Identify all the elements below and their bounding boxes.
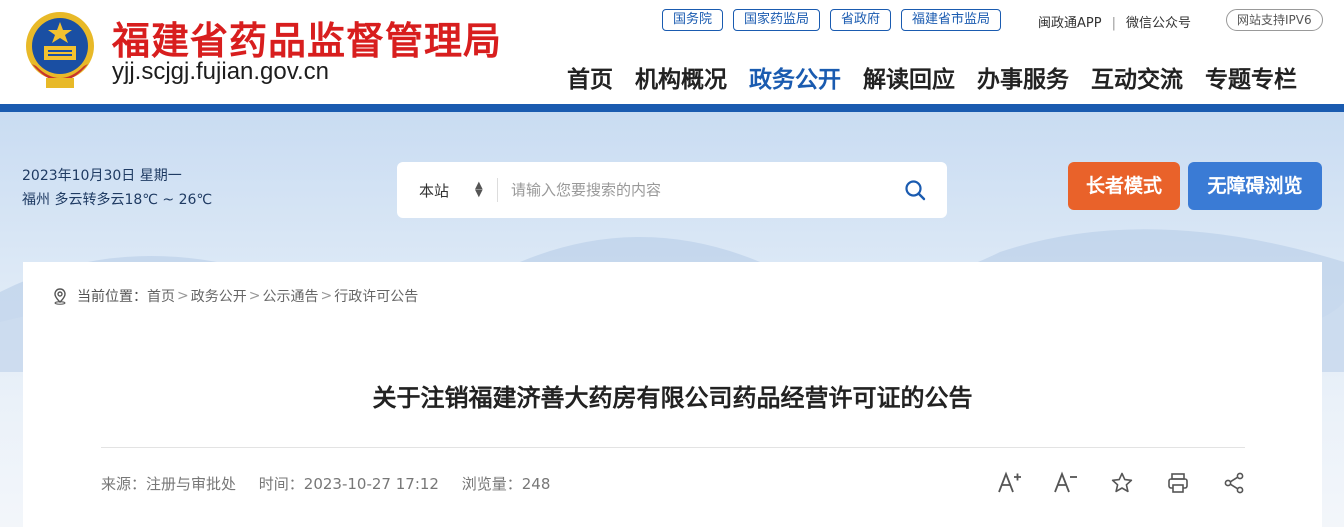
star-glyph [1111,472,1133,493]
site-domain: yjj.scjgj.fujian.gov.cn [112,58,329,85]
breadcrumb-prefix: 当前位置： [77,289,147,305]
link-provincial-government[interactable]: 省政府 [830,9,892,31]
article-title: 关于注销福建济善大药房有限公司药品经营许可证的公告 [372,384,973,412]
search-scope-select[interactable]: 本站 [419,180,449,201]
article-views: 浏览量：248 [461,475,551,493]
app-link[interactable]: 闽政通APP [1038,16,1102,31]
top-right-links: 闽政通APP | 微信公众号 [1038,12,1191,31]
accessible-browse-button[interactable]: 无障碍浏览 [1188,162,1322,210]
nav-government-affairs[interactable]: 政务公开 [738,60,852,112]
font-larger-icon[interactable] [993,468,1027,498]
date-line: 2023年10月30日 星期一 [22,168,182,184]
header-divider [0,104,1344,112]
location-pin-icon [54,288,66,305]
elder-mode-button[interactable]: 长者模式 [1068,162,1180,210]
separator: | [1111,16,1116,31]
nav-interpretation[interactable]: 解读回应 [852,60,966,94]
emblem-logo[interactable] [22,6,98,94]
print-icon[interactable] [1161,468,1195,498]
nav-organization[interactable]: 机构概况 [624,60,738,94]
font-larger-glyph [998,471,1021,493]
nav-special-topics[interactable]: 专题专栏 [1194,60,1308,94]
share-icon[interactable] [1217,468,1251,498]
breadcrumb-home[interactable]: 首页 [147,286,175,306]
nav-home[interactable]: 首页 [556,60,624,94]
main-nav: 首页 机构概况 政务公开 解读回应 办事服务 互动交流 专题专栏 [556,60,1308,112]
site-header: 福建省药品监督管理局 yjj.scjgj.fujian.gov.cn 国务院 国… [0,0,1344,112]
article-source: 来源：注册与审批处 [101,475,237,493]
search-icon[interactable] [903,178,927,202]
article-time: 时间：2023-10-27 17:12 [258,475,439,493]
breadcrumb-arrow: > [320,288,333,304]
wechat-link[interactable]: 微信公众号 [1126,16,1191,31]
breadcrumb-arrow: > [248,288,261,304]
print-glyph [1168,473,1188,493]
top-links: 国务院 国家药监局 省政府 福建省市监局 [662,9,1002,31]
site-title: 福建省药品监督管理局 [112,18,503,63]
article-tools [993,468,1251,498]
link-state-council[interactable]: 国务院 [662,9,724,31]
nav-government-affairs-label: 政务公开 [749,67,841,93]
breadcrumb-government-affairs[interactable]: 政务公开 [191,286,247,306]
share-glyph [1224,472,1244,494]
font-smaller-icon[interactable] [1049,468,1083,498]
article-card: 当前位置： 首页 > 政务公开 > 公示通告 > 行政许可公告 关于注销福建济善大药房… [23,262,1322,527]
breadcrumb: 当前位置： 首页 > 政务公开 > 公示通告 > 行政许可公告 [51,286,418,306]
search-input[interactable] [511,176,891,204]
nav-interaction[interactable]: 互动交流 [1080,60,1194,94]
date-weather: 2023年10月30日 星期一 福州 多云转多云18℃ ~ 26℃ [22,164,212,212]
breadcrumb-notices[interactable]: 公示通告 [262,286,318,306]
search-box: 本站 ▲ ▼ [397,162,947,218]
nav-services[interactable]: 办事服务 [966,60,1080,94]
weather-line: 福州 多云转多云18℃ ~ 26℃ [22,192,213,208]
link-national-drug-admin[interactable]: 国家药监局 [733,9,821,31]
search-divider [497,178,498,202]
star-icon[interactable] [1105,468,1139,498]
title-divider [101,447,1245,448]
link-provincial-market-supervision[interactable]: 福建省市监局 [901,9,1002,31]
article-meta: 来源：注册与审批处 时间：2023-10-27 17:12 浏览量：248 [101,473,568,494]
updown-arrow-icon[interactable]: ▲ ▼ [475,181,483,199]
breadcrumb-arrow: > [177,288,189,304]
ipv6-badge: 网站支持IPV6 [1226,9,1323,31]
breadcrumb-license-notices[interactable]: 行政许可公告 [334,286,418,306]
font-smaller-glyph [1054,471,1077,493]
